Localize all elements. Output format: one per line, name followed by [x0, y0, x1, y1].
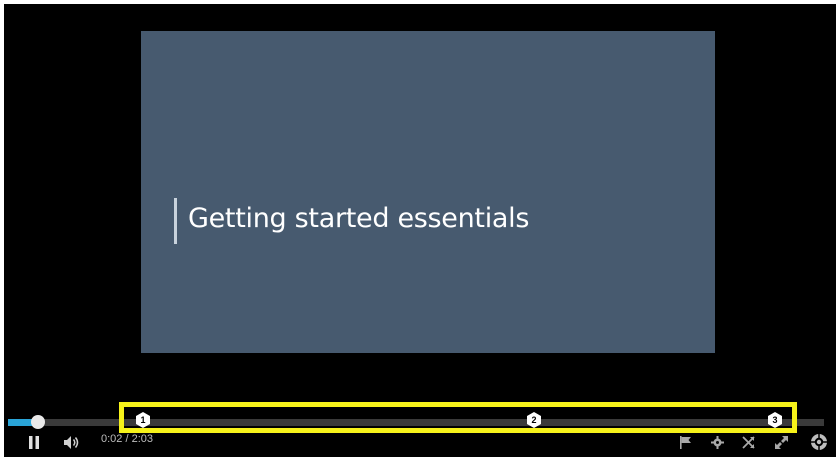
fullscreen-icon [774, 435, 788, 449]
wheel-menu-icon [811, 434, 827, 450]
video-player: Getting started essentials [4, 4, 836, 457]
volume-button[interactable] [63, 431, 81, 453]
chapter-marker-label: 3 [772, 415, 778, 425]
time-display: 0:02 / 2:03 [101, 433, 153, 445]
chapter-marker-3[interactable]: 3 [766, 411, 784, 429]
chapter-marker-label: 1 [140, 415, 146, 425]
chapter-marker-2[interactable]: 2 [525, 411, 543, 429]
slide-frame: Getting started essentials [141, 31, 715, 353]
title-accent-bar [174, 198, 177, 244]
progress-track[interactable] [8, 419, 824, 426]
pause-button[interactable] [26, 431, 42, 453]
flag-button[interactable] [677, 431, 693, 453]
shuffle-button[interactable] [740, 431, 756, 453]
gear-icon [710, 435, 724, 449]
settings-button[interactable] [709, 431, 725, 453]
slide-title: Getting started essentials [188, 203, 530, 234]
chapter-marker-label: 2 [531, 415, 537, 425]
volume-icon [64, 435, 79, 449]
pause-icon [29, 435, 39, 449]
fullscreen-button[interactable] [773, 431, 789, 453]
progress-scrubber-handle[interactable] [31, 415, 45, 429]
chapter-marker-1[interactable]: 1 [134, 411, 152, 429]
menu-wheel-button[interactable] [809, 431, 829, 453]
flag-icon [679, 435, 691, 449]
crossed-arrows-icon [741, 435, 755, 449]
